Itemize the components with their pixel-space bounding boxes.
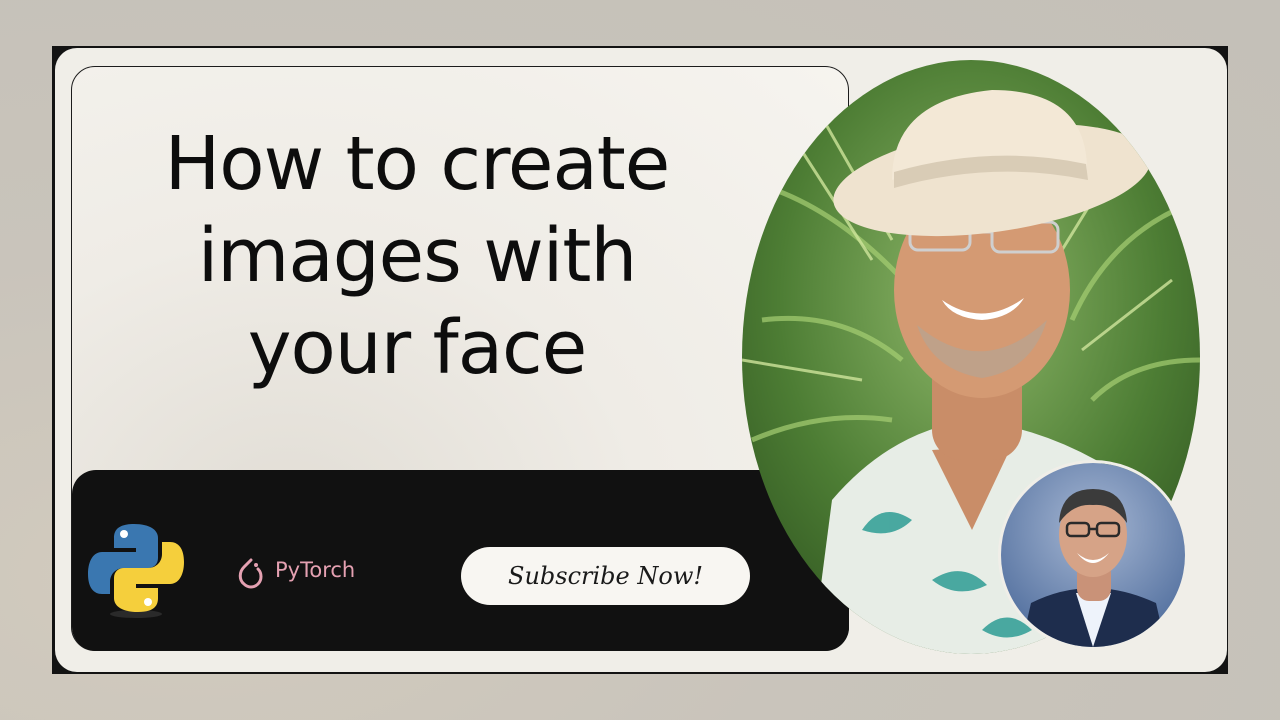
guest-photo [998, 460, 1188, 650]
subscribe-button[interactable]: Subscribe Now! [461, 547, 750, 605]
video-title: How to create images with your face [164, 121, 671, 391]
pytorch-logo: PyTorch [235, 553, 395, 593]
pytorch-flame-icon [235, 557, 267, 589]
pytorch-label: PyTorch [275, 558, 356, 582]
python-logo-icon [88, 520, 184, 620]
